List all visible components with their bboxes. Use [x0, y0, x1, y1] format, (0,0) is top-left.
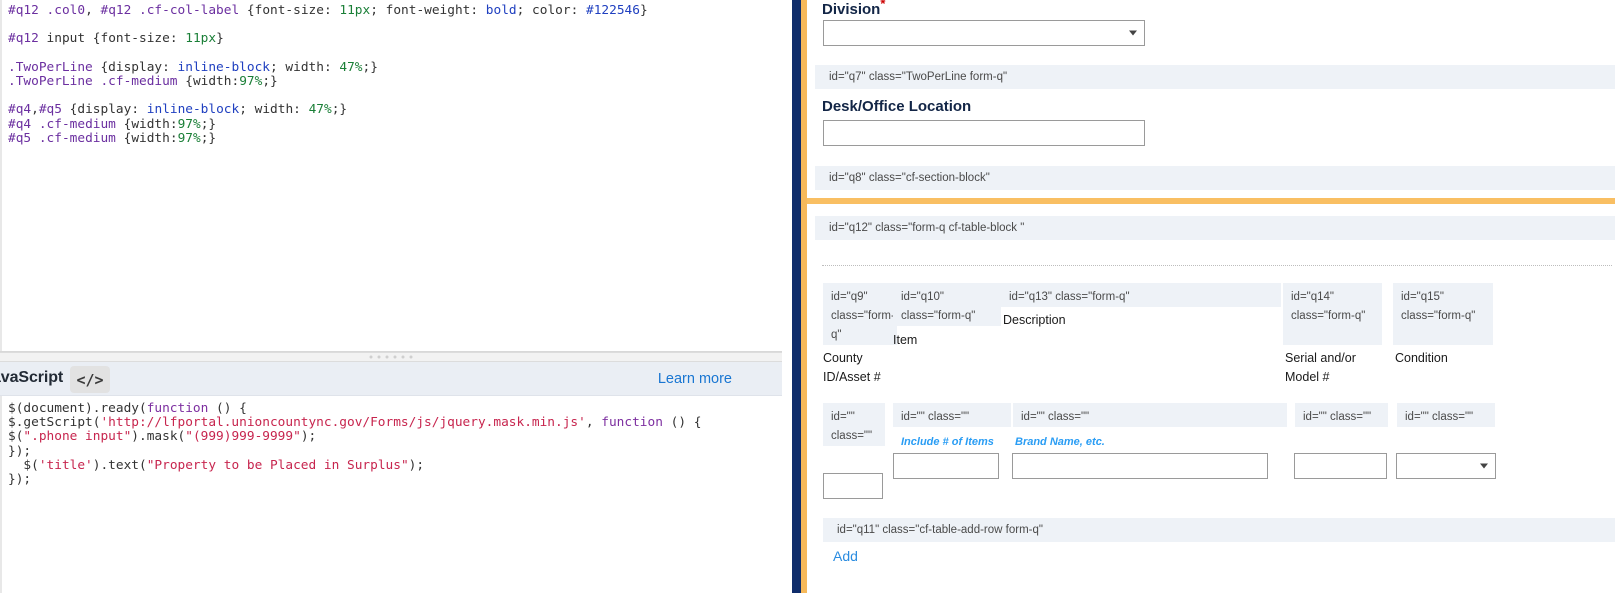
annotation-row-cell-4-text: id="" class="" [1303, 411, 1371, 423]
hint-include-number-of-items: Include # of Items [901, 436, 994, 448]
description-input[interactable] [1012, 453, 1268, 479]
annotation-q13: id="q13" class="form-q" [1001, 283, 1281, 307]
chevron-down-icon [1480, 464, 1488, 469]
css-editor-gutter [0, 0, 2, 351]
annotation-q8: id="q8" class="cf-section-block" [815, 166, 1615, 190]
annotation-row-cell-3: id="" class="" [1013, 403, 1287, 427]
county-id-asset-input[interactable] [823, 473, 883, 499]
code-line: }); [8, 473, 701, 487]
css-editor-code[interactable]: #q12 .col0, #q12 .cf-col-label {font-siz… [8, 4, 648, 146]
annotation-q11: id="q11" class="cf-table-add-row form-q" [823, 518, 1615, 542]
annotation-q11-text: id="q11" class="cf-table-add-row form-q" [837, 524, 1043, 536]
desk-office-location-input[interactable] [823, 120, 1145, 146]
code-editor-pane: #q12 .col0, #q12 .cf-col-label {font-siz… [0, 0, 782, 593]
serial-model-input[interactable] [1294, 453, 1387, 479]
division-label-text: Division [822, 1, 880, 18]
javascript-panel-header: avaScript </> Learn more [0, 362, 782, 396]
annotation-row-cell-1: id="" class="" [823, 403, 885, 446]
code-line: .TwoPerLine {display: inline-block; widt… [8, 61, 648, 75]
splitter-grip-dots-icon [370, 356, 413, 359]
annotation-q10-text: id="q10" class="form-q" [901, 291, 975, 322]
column-header-serial-model: Serial and/or Model # [1285, 349, 1389, 387]
annotation-q14: id="q14" class="form-q" [1283, 283, 1382, 345]
section-orange-divider [807, 198, 1615, 204]
annotation-row-cell-2: id="" class="" [893, 403, 1011, 427]
annotation-q9-text: id="q9" class="form-q" [831, 291, 895, 341]
division-select[interactable] [823, 20, 1145, 46]
code-line [8, 89, 648, 103]
annotation-q12: id="q12" class="form-q cf-table-block " [815, 216, 1615, 240]
condition-select[interactable] [1396, 453, 1496, 479]
javascript-editor-code[interactable]: $(document).ready(function () {$.getScri… [8, 402, 701, 487]
code-line [8, 18, 648, 32]
learn-more-link[interactable]: Learn more [658, 371, 732, 387]
annotation-q8-text: id="q8" class="cf-section-block" [829, 172, 990, 184]
code-tag-icon[interactable]: </> [70, 366, 110, 393]
javascript-editor-gutter [0, 396, 2, 593]
annotation-q15: id="q15" class="form-q" [1393, 283, 1493, 345]
code-line: }); [8, 445, 701, 459]
column-header-condition: Condition [1395, 349, 1495, 368]
desk-office-location-label: Desk/Office Location [822, 98, 971, 115]
javascript-editor[interactable]: $(document).ready(function () {$.getScri… [0, 396, 782, 593]
item-input[interactable] [893, 453, 999, 479]
editor-splitter-handle[interactable] [0, 352, 782, 362]
navy-accent-bar [792, 0, 801, 593]
add-row-link[interactable]: Add [833, 548, 858, 564]
code-line: $.getScript('http://lfportal.unioncounty… [8, 416, 701, 430]
table-dotted-divider [822, 265, 1612, 266]
code-line [8, 47, 648, 61]
annotation-row-cell-1-text: id="" class="" [831, 411, 872, 442]
javascript-panel-title: avaScript [0, 369, 63, 387]
annotation-q7: id="q7" class="TwoPerLine form-q" [815, 65, 1615, 89]
code-line: $(".phone input").mask("(999)999-9999"); [8, 430, 701, 444]
annotation-row-cell-5-text: id="" class="" [1405, 411, 1473, 423]
annotation-q7-text: id="q7" class="TwoPerLine form-q" [829, 71, 1007, 83]
code-line: #q4 .cf-medium {width:97%;} [8, 118, 648, 132]
code-line: #q12 .col0, #q12 .cf-col-label {font-siz… [8, 4, 648, 18]
annotation-row-cell-2-text: id="" class="" [901, 411, 969, 423]
annotation-row-cell-3-text: id="" class="" [1021, 411, 1089, 423]
form-preview-pane: Division* id="q7" class="TwoPerLine form… [807, 0, 1615, 593]
chevron-down-icon [1129, 31, 1137, 36]
code-line: #q12 input {font-size: 11px} [8, 32, 648, 46]
annotation-q15-text: id="q15" class="form-q" [1401, 291, 1475, 322]
annotation-q12-text: id="q12" class="form-q cf-table-block " [829, 222, 1024, 234]
code-line: #q5 .cf-medium {width:97%;} [8, 132, 648, 146]
annotation-q10: id="q10" class="form-q" [893, 283, 1001, 326]
css-editor[interactable]: #q12 .col0, #q12 .cf-col-label {font-siz… [0, 0, 782, 352]
column-header-item: Item [893, 331, 993, 350]
division-label: Division* [822, 0, 885, 18]
annotation-q13-text: id="q13" class="form-q" [1009, 291, 1130, 303]
code-line: .TwoPerLine .cf-medium {width:97%;} [8, 75, 648, 89]
annotation-row-cell-4: id="" class="" [1295, 403, 1388, 427]
code-line: $(document).ready(function () { [8, 402, 701, 416]
annotation-q9: id="q9" class="form-q" [823, 283, 897, 345]
code-line: #q4,#q5 {display: inline-block; width: 4… [8, 103, 648, 117]
code-line: $('title').text("Property to be Placed i… [8, 459, 701, 473]
column-header-description: Description [1003, 311, 1273, 330]
annotation-row-cell-5: id="" class="" [1397, 403, 1495, 427]
required-asterisk-icon: * [880, 0, 885, 11]
hint-brand-name: Brand Name, etc. [1015, 436, 1105, 448]
annotation-q14-text: id="q14" class="form-q" [1291, 291, 1365, 322]
column-header-county-id: County ID/Asset # [823, 349, 893, 387]
